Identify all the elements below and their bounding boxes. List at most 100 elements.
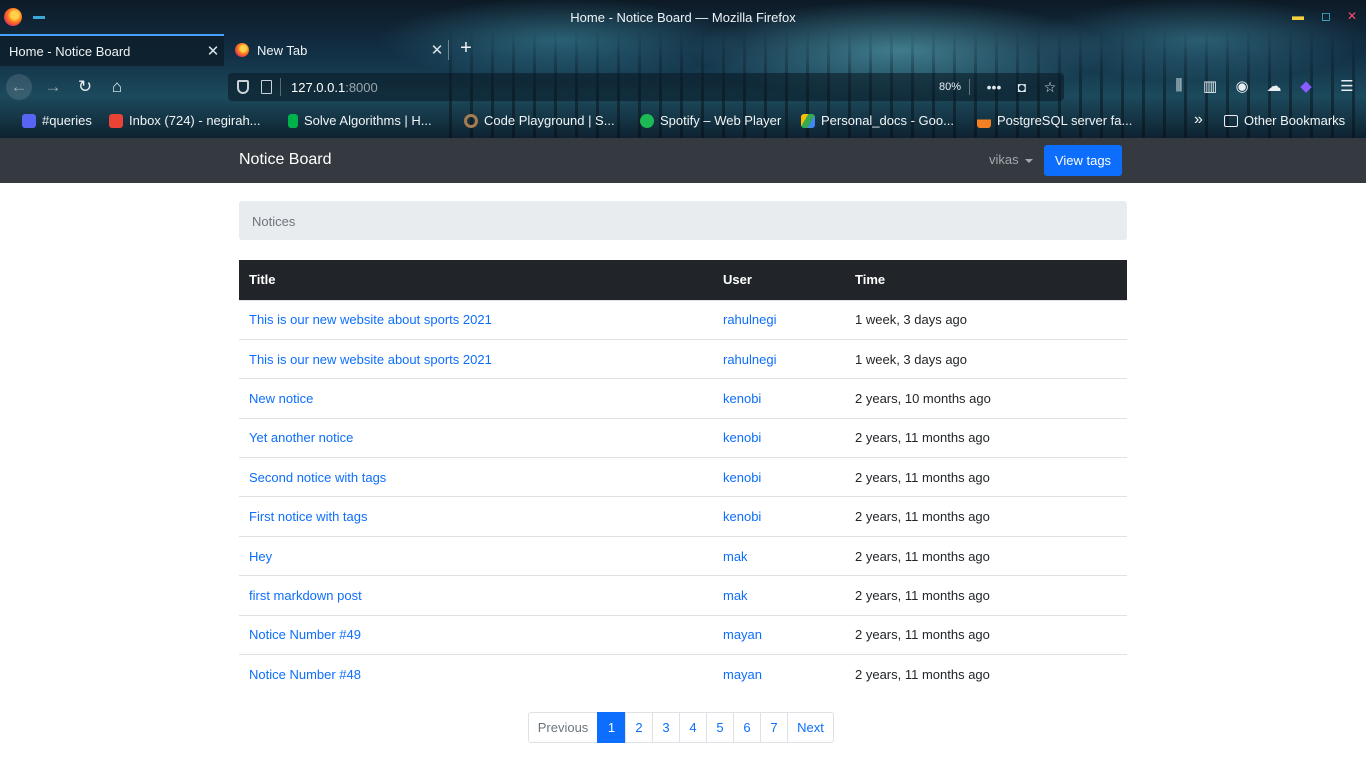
library-icon[interactable]: ⫼ [1169, 77, 1189, 97]
sololearn-icon [464, 113, 478, 128]
url-port: :8000 [345, 79, 378, 95]
pagination-page-4[interactable]: 4 [679, 712, 707, 743]
forward-button[interactable]: → [40, 74, 66, 100]
home-button[interactable]: ⌂ [104, 74, 130, 100]
time-cell: 2 years, 11 months ago [845, 496, 1127, 537]
hackerrank-icon [288, 113, 298, 128]
close-tab-icon[interactable]: ✕ [202, 42, 224, 60]
user-cell: kenobi [713, 457, 845, 497]
bookmark-item[interactable]: Inbox (724) - negirah... [109, 113, 261, 128]
notice-title-link[interactable]: First notice with tags [249, 509, 368, 524]
url-host: 127.0.0.1 [291, 79, 346, 95]
notice-title-link[interactable]: Notice Number #49 [249, 627, 361, 642]
column-header-title: Title [239, 260, 713, 300]
notice-user-link[interactable]: kenobi [723, 391, 761, 406]
other-bookmarks-folder[interactable]: Other Bookmarks [1224, 113, 1345, 128]
new-tab-button[interactable]: + [455, 38, 477, 60]
page-info-icon[interactable] [261, 80, 272, 94]
title-cell: Notice Number #48 [239, 654, 713, 694]
title-cell: Yet another notice [239, 417, 713, 458]
notice-user-link[interactable]: mayan [723, 627, 762, 642]
notice-user-link[interactable]: mayan [723, 667, 762, 682]
bookmark-item[interactable]: #queries [22, 113, 92, 128]
user-dropdown[interactable]: vikas [989, 152, 1033, 167]
minimize-button[interactable]: ▬ [1291, 9, 1305, 23]
time-cell: 2 years, 11 months ago [845, 535, 1127, 576]
zoom-level[interactable]: 80% [931, 79, 970, 95]
tab-home-notice-board[interactable]: Home - Notice Board ✕ [0, 34, 224, 66]
bookmark-star-icon[interactable]: ☆ [1036, 79, 1064, 96]
notice-title-link[interactable]: first markdown post [249, 588, 362, 603]
bookmark-item[interactable]: Personal_docs - Goo... [801, 113, 954, 128]
notice-user-link[interactable]: rahulnegi [723, 312, 777, 327]
bookmark-item[interactable]: PostgreSQL server fa... [977, 113, 1132, 128]
pagination-page-1[interactable]: 1 [597, 712, 626, 743]
pagination-page-2[interactable]: 2 [625, 712, 653, 743]
sidebar-icon[interactable]: ▥ [1200, 77, 1220, 97]
pagination-page-6[interactable]: 6 [733, 712, 761, 743]
pagination-page-3[interactable]: 3 [652, 712, 680, 743]
reload-button[interactable]: ↻ [72, 74, 98, 100]
tracking-protection-icon[interactable] [237, 80, 249, 94]
extension-icon[interactable]: ☁ [1264, 77, 1284, 97]
view-tags-button[interactable]: View tags [1044, 145, 1122, 176]
user-cell: rahulnegi [713, 338, 845, 379]
bookmark-label: Code Playground | S... [484, 113, 615, 128]
maximize-button[interactable]: ◻ [1319, 9, 1333, 23]
tab-new-tab[interactable]: New Tab ✕ [226, 34, 448, 66]
notice-user-link[interactable]: mak [723, 588, 748, 603]
time-cell: 2 years, 11 months ago [845, 654, 1127, 694]
time-cell: 1 week, 3 days ago [845, 338, 1127, 379]
stackoverflow-icon [977, 113, 991, 128]
brand-link[interactable]: Notice Board [239, 151, 332, 169]
user-cell: mak [713, 575, 845, 616]
table-row: Hey mak 2 years, 11 months ago [239, 535, 1127, 576]
pocket-icon[interactable]: ◘ [1008, 79, 1036, 95]
url-bar[interactable]: 127.0.0.1:8000 80% ••• ◘ ☆ [228, 73, 1064, 101]
bookmark-item[interactable]: Spotify – Web Player [640, 113, 781, 128]
notice-title-link[interactable]: New notice [249, 391, 313, 406]
bookmark-label: Solve Algorithms | H... [304, 113, 432, 128]
bookmark-item[interactable]: Code Playground | S... [464, 113, 615, 128]
close-window-button[interactable]: ✕ [1345, 9, 1359, 23]
notice-user-link[interactable]: mak [723, 549, 748, 564]
pagination-page-5[interactable]: 5 [706, 712, 734, 743]
notice-title-link[interactable]: Notice Number #48 [249, 667, 361, 682]
url-divider [280, 78, 281, 96]
notice-title-link[interactable]: This is our new website about sports 202… [249, 352, 492, 367]
notice-user-link[interactable]: rahulnegi [723, 352, 777, 367]
menu-hamburger-icon[interactable]: ☰ [1337, 77, 1357, 97]
notice-user-link[interactable]: kenobi [723, 470, 761, 485]
url-text[interactable]: 127.0.0.1:8000 [291, 80, 378, 95]
gmail-icon [109, 113, 123, 128]
pagination-previous[interactable]: Previous [528, 712, 598, 743]
notice-title-link[interactable]: Second notice with tags [249, 470, 386, 485]
breadcrumb: Notices [239, 201, 1127, 240]
notice-user-link[interactable]: kenobi [723, 430, 761, 445]
time-cell: 1 week, 3 days ago [845, 299, 1127, 340]
notice-title-link[interactable]: Yet another notice [249, 430, 353, 445]
browser-chrome: Home - Notice Board — Mozilla Firefox ▬ … [0, 0, 1366, 138]
extension-cube-icon[interactable]: ◆ [1296, 77, 1316, 97]
table-row: Notice Number #49 mayan 2 years, 11 mont… [239, 614, 1127, 655]
title-cell: Hey [239, 535, 713, 576]
notice-title-link[interactable]: Hey [249, 549, 272, 564]
notice-title-link[interactable]: This is our new website about sports 202… [249, 312, 492, 327]
account-icon[interactable]: ◉ [1232, 77, 1252, 97]
title-cell: This is our new website about sports 202… [239, 299, 713, 340]
site-navbar: Notice Board vikas View tags [0, 138, 1366, 183]
table-row: Yet another notice kenobi 2 years, 11 mo… [239, 417, 1127, 458]
page-actions-icon[interactable]: ••• [980, 79, 1008, 95]
close-tab-icon[interactable]: ✕ [426, 41, 448, 59]
pagination-next[interactable]: Next [787, 712, 834, 743]
back-button[interactable]: ← [6, 74, 32, 100]
pagination-page-7[interactable]: 7 [760, 712, 788, 743]
bookmark-label: Personal_docs - Goo... [821, 113, 954, 128]
bookmark-item[interactable]: Solve Algorithms | H... [288, 113, 432, 128]
time-cell: 2 years, 11 months ago [845, 417, 1127, 458]
more-bookmarks-chevron-icon[interactable]: » [1194, 111, 1203, 129]
time-cell: 2 years, 11 months ago [845, 575, 1127, 616]
table-row: Notice Number #48 mayan 2 years, 11 mont… [239, 654, 1127, 694]
time-cell: 2 years, 11 months ago [845, 457, 1127, 497]
notice-user-link[interactable]: kenobi [723, 509, 761, 524]
